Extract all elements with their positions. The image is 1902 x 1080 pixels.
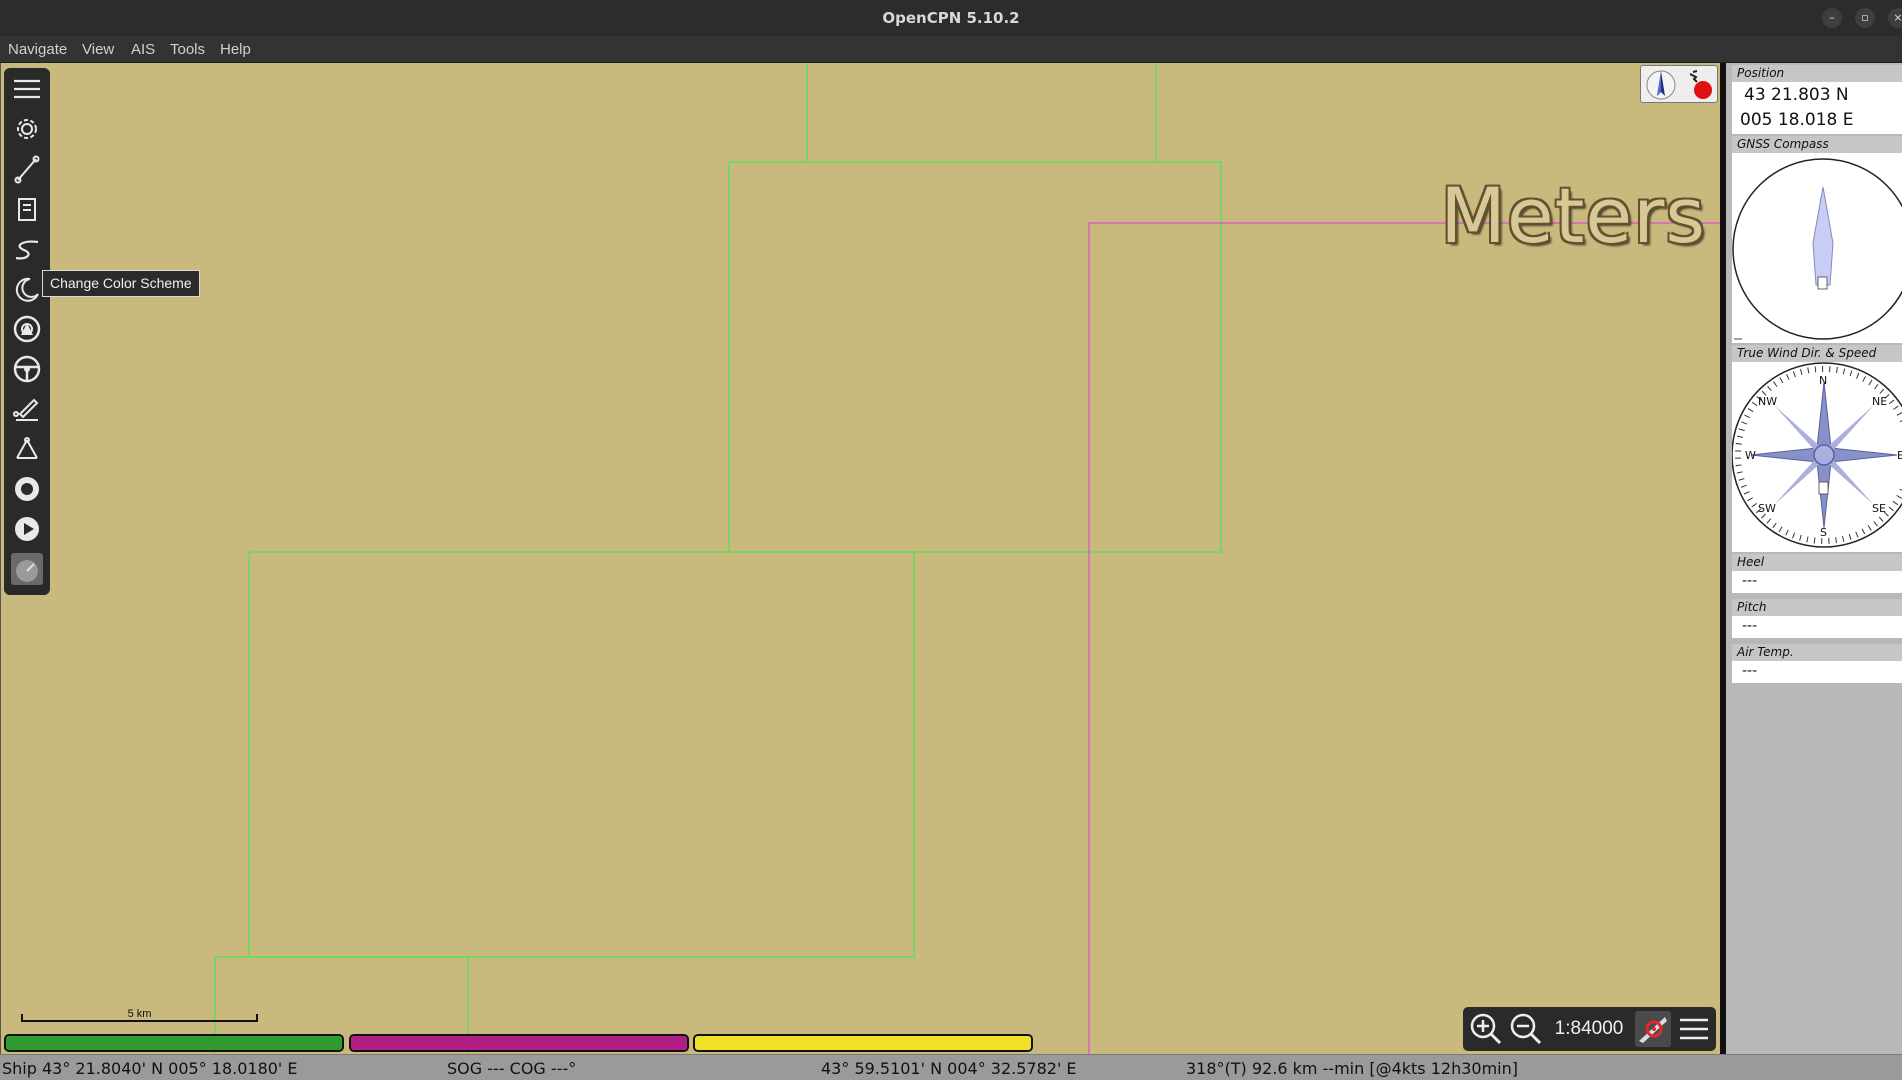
quilt-outline — [248, 551, 915, 958]
position-latitude: 43 21.803 N — [1744, 85, 1849, 105]
chart-scale-readout: 1:84000 — [1554, 1018, 1624, 1039]
hamburger-menu-icon — [1680, 1018, 1708, 1040]
menu-icon — [14, 79, 40, 99]
opencpn-window: OpenCPN 5.10.2 – ▫ × Navigate View AIS T… — [0, 0, 1902, 1080]
edit-route-button[interactable] — [11, 393, 43, 425]
gear-icon — [17, 119, 37, 139]
status-bar: Ship 43° 21.8040' N 005° 18.0180' E SOG … — [0, 1054, 1902, 1080]
track-icon — [15, 240, 39, 260]
status-ship-position: Ship 43° 21.8040' N 005° 18.0180' E — [2, 1059, 298, 1078]
menu-navigate[interactable]: Navigate — [8, 36, 67, 63]
depth-units-label: Meters — [1440, 171, 1706, 260]
air-temp-value: --- — [1732, 661, 1902, 683]
heel-title: Heel — [1732, 554, 1902, 571]
wind-dial: N NE E SE S SW W NW — [1732, 362, 1902, 552]
coverage-outline — [1088, 222, 1720, 1054]
title-bar: OpenCPN 5.10.2 – ▫ × — [0, 0, 1902, 36]
status-sog-cog: SOG --- COG ---° — [447, 1059, 577, 1078]
moon-icon — [15, 277, 39, 302]
dashboard-button[interactable] — [11, 553, 43, 585]
maximize-button[interactable]: ▫ — [1855, 8, 1875, 28]
edit-route-icon — [13, 398, 39, 421]
track-button[interactable] — [11, 233, 43, 265]
zoom-out-button[interactable] — [1509, 1012, 1543, 1046]
wind-label-nw: NW — [1758, 395, 1778, 408]
zoom-in-button[interactable] — [1469, 1012, 1503, 1046]
waypoint-icon — [16, 437, 38, 459]
heel-value: --- — [1732, 571, 1902, 593]
window-title: OpenCPN 5.10.2 — [882, 9, 1020, 27]
minimize-button[interactable]: – — [1822, 8, 1842, 28]
satellite-icon — [1689, 70, 1698, 83]
chart-piano-key[interactable] — [693, 1034, 1033, 1052]
wind-label-ne: NE — [1872, 395, 1888, 408]
gnss-compass-title: GNSS Compass — [1732, 136, 1902, 153]
chart-piano-key[interactable] — [4, 1034, 344, 1052]
gps-status-icon — [1694, 81, 1712, 99]
route-manager-button[interactable] — [11, 193, 43, 225]
play-button[interactable] — [11, 513, 43, 545]
menu-tools[interactable]: Tools — [170, 36, 205, 63]
dashboard-panel: Position 43 21.803 N 005 18.018 E GNSS C… — [1720, 63, 1902, 1054]
record-icon — [15, 477, 39, 501]
chart-bar-button[interactable] — [1635, 1011, 1671, 1047]
settings-button[interactable] — [11, 113, 43, 145]
position-title: Position — [1732, 65, 1902, 82]
chart-piano-key[interactable] — [349, 1034, 689, 1052]
waypoint-button[interactable] — [11, 433, 43, 465]
quilt-outline — [728, 161, 1222, 553]
wind-label-n: N — [1819, 374, 1828, 387]
route-icon — [14, 155, 40, 184]
wind-label-w: W — [1745, 449, 1756, 462]
zoom-out-icon — [1510, 1013, 1542, 1045]
air-temp-title: Air Temp. — [1732, 644, 1902, 661]
autopilot-button[interactable] — [11, 353, 43, 385]
color-scheme-button[interactable] — [11, 273, 43, 305]
status-cursor-position: 43° 59.5101' N 004° 32.5782' E — [821, 1059, 1077, 1078]
record-button[interactable] — [11, 473, 43, 505]
menu-view[interactable]: View — [82, 36, 114, 63]
zoom-in-icon — [1470, 1013, 1502, 1045]
pitch-value: --- — [1732, 616, 1902, 638]
play-icon — [15, 517, 39, 541]
scale-bar: 5 km — [21, 1008, 258, 1022]
wind-title: True Wind Dir. & Speed — [1732, 345, 1902, 362]
ship-chart-icon — [1639, 1017, 1667, 1043]
north-up-compass[interactable] — [1640, 65, 1718, 103]
route-button[interactable] — [11, 153, 43, 185]
main-toolbar — [4, 68, 50, 595]
chart-canvas[interactable]: Meters 5 km 1:84000 — [0, 63, 1720, 1054]
menu-bar: Navigate View AIS Tools Help — [0, 36, 1902, 63]
position-longitude: 005 18.018 E — [1740, 110, 1854, 130]
options-menu-button[interactable] — [1677, 1012, 1711, 1046]
wind-label-sw: SW — [1758, 502, 1776, 515]
menu-help[interactable]: Help — [220, 36, 251, 63]
wind-label-se: SE — [1872, 502, 1886, 515]
document-icon — [18, 198, 36, 221]
position-values: 43 21.803 N 005 18.018 E — [1732, 82, 1902, 134]
pitch-title: Pitch — [1732, 599, 1902, 616]
menu-ais[interactable]: AIS — [131, 36, 155, 63]
close-button[interactable]: × — [1888, 8, 1902, 28]
toolbar-menu-button[interactable] — [11, 73, 43, 105]
zoom-toolbar: 1:84000 — [1463, 1007, 1716, 1051]
dashboard-icon — [16, 560, 38, 582]
tooltip: Change Color Scheme — [42, 270, 200, 297]
center-ship-button[interactable] — [11, 313, 43, 345]
wind-label-s: S — [1820, 526, 1827, 539]
gnss-compass-dial — [1732, 153, 1902, 343]
status-bearing-distance: 318°(T) 92.6 km --min [@4kts 12h30min] — [1186, 1059, 1518, 1078]
wind-label-e: E — [1897, 449, 1902, 462]
center-ship-icon — [13, 315, 41, 343]
steering-wheel-icon — [13, 355, 41, 383]
